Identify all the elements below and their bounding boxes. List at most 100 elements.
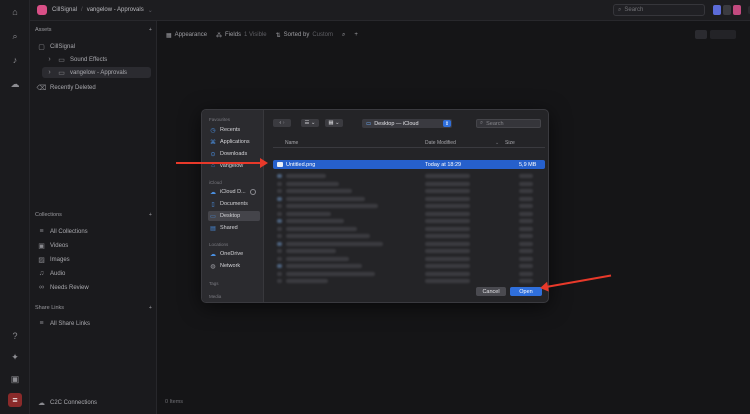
dialog-item-network[interactable]: ◍ Network xyxy=(208,261,260,271)
bell-icon[interactable]: ♪ xyxy=(9,54,21,66)
dialog-item-documents[interactable]: ▯ Documents xyxy=(208,199,260,209)
add-icon[interactable]: + xyxy=(149,27,152,33)
app-logo[interactable] xyxy=(37,5,47,15)
share-button[interactable] xyxy=(710,30,736,39)
sort-label: Sorted by xyxy=(283,32,310,38)
sidebar-item-videos[interactable]: ▣ Videos xyxy=(38,240,68,251)
shared-folder-icon: ▤ xyxy=(210,225,216,232)
dialog-item-label: Downloads xyxy=(220,151,248,157)
obscured-text xyxy=(277,264,282,268)
obscured-text xyxy=(519,219,533,223)
file-row-selected[interactable]: Untitled.png Today at 18:29 5,9 MB xyxy=(273,160,545,169)
obscured-text xyxy=(519,226,533,231)
grid-icon: ▦ xyxy=(166,32,172,39)
dialog-search-placeholder: Search xyxy=(486,120,504,127)
search-icon[interactable]: ⌕ xyxy=(9,30,21,42)
sort-button[interactable]: ⇅ Sorted by Custom xyxy=(276,32,333,39)
lightbulb-icon[interactable]: ✦ xyxy=(9,351,21,363)
search-icon[interactable]: ⌕ xyxy=(342,32,345,39)
tags-header: Tags xyxy=(209,281,219,286)
breadcrumb-workspace[interactable]: CillSignal xyxy=(52,7,77,13)
dialog-item-applications[interactable]: ⌘ Applications xyxy=(208,137,260,147)
breadcrumb-board[interactable]: vangelow - Approvals xyxy=(87,7,144,13)
notification-icon[interactable] xyxy=(733,5,741,15)
add-icon[interactable]: + xyxy=(354,32,358,38)
obscured-text xyxy=(519,181,533,186)
dialog-item-recents[interactable]: ◷ Recents xyxy=(208,125,260,135)
sidebar-item-approvals[interactable]: › ▭ vangelow - Approvals xyxy=(42,67,151,78)
people-icon[interactable] xyxy=(695,30,707,39)
appearance-button[interactable]: ▦ Appearance xyxy=(166,32,207,39)
layout-icon[interactable] xyxy=(713,5,721,15)
sidebar-item-needs-review[interactable]: ∞ Needs Review xyxy=(38,282,89,293)
cloud-icon[interactable]: ☁ xyxy=(9,78,21,90)
sidebar-item-images[interactable]: ▨ Images xyxy=(38,254,70,265)
sidebar-item-connections[interactable]: ☁ C2C Connections xyxy=(38,397,97,408)
sidebar-item-recently-deleted[interactable]: ⌫ Recently Deleted xyxy=(37,82,96,93)
top-icons xyxy=(713,5,741,15)
obscured-text xyxy=(277,226,282,231)
share-links-header: Share Links + xyxy=(35,305,152,311)
dialog-item-desktop[interactable]: ▭ Desktop xyxy=(208,211,260,221)
list-view-button[interactable]: ☰ ⌄ xyxy=(301,119,319,127)
obscured-text xyxy=(286,211,331,216)
add-icon[interactable]: + xyxy=(149,305,152,311)
add-icon[interactable]: + xyxy=(149,212,152,218)
file-name: Untitled.png xyxy=(286,161,316,168)
sidebar-item-label: vangelow - Approvals xyxy=(70,69,128,76)
dialog-item-icloud-drive[interactable]: ☁ iCloud D... xyxy=(208,187,260,197)
location-popup[interactable]: ▭ Desktop — iCloud ⇕ xyxy=(362,119,452,128)
search-input[interactable]: ⌕ Search xyxy=(613,4,705,16)
annotation-arrow-open xyxy=(545,274,612,288)
list-icon: ≡ xyxy=(39,320,44,327)
sidebar-item-all-collections[interactable]: ≡ All Collections xyxy=(38,226,87,237)
back-forward-buttons[interactable]: ‹ › xyxy=(273,119,291,127)
obscured-text xyxy=(286,264,362,268)
breadcrumb: CillSignal / vangelow - Approvals ⌄ xyxy=(52,7,153,14)
account-icon[interactable]: ≡ xyxy=(8,393,22,407)
gift-icon[interactable]: ▣ xyxy=(9,373,21,385)
open-button[interactable]: Open xyxy=(510,287,542,296)
column-name[interactable]: Name xyxy=(285,140,298,146)
obscured-text xyxy=(425,264,470,268)
column-size[interactable]: Size xyxy=(505,140,515,146)
grid-view-button[interactable]: ▦ ⌄ xyxy=(325,119,343,127)
dialog-item-label: iCloud D... xyxy=(220,189,246,195)
fields-button[interactable]: ⁂ Fields 1 Visible xyxy=(216,32,267,39)
dialog-search-input[interactable]: ⌕ Search xyxy=(476,119,541,128)
dialog-item-downloads[interactable]: ⊙ Downloads xyxy=(208,149,260,159)
obscured-text xyxy=(286,196,365,201)
obscured-text xyxy=(277,211,282,216)
sort-chevron-icon: ⌄ xyxy=(495,140,500,146)
obscured-text xyxy=(425,249,470,253)
obscured-text xyxy=(277,204,282,208)
chevron-right-icon[interactable]: › xyxy=(283,120,285,126)
chevron-down-icon[interactable]: ⌄ xyxy=(148,7,153,14)
folder-icon: ▭ xyxy=(366,120,372,127)
cancel-button[interactable]: Cancel xyxy=(476,287,506,296)
obscured-text xyxy=(277,196,282,201)
sidebar-item-audio[interactable]: ♫ Audio xyxy=(38,268,65,279)
chevron-left-icon[interactable]: ‹ xyxy=(279,120,281,126)
obscured-text xyxy=(277,249,282,253)
icon-rail: ⌂ ⌕ ♪ ☁ ? ✦ ▣ ≡ xyxy=(0,0,30,414)
panel-icon[interactable] xyxy=(723,5,731,15)
dialog-item-label: Documents xyxy=(220,201,248,207)
share-links-header-label: Share Links xyxy=(35,305,65,311)
sidebar-item-project[interactable]: ▢ CillSignal xyxy=(38,41,75,52)
obscured-text xyxy=(519,264,533,268)
sidebar-item-sound-effects[interactable]: › ▭ Sound Effects xyxy=(46,54,107,65)
home-icon[interactable]: ⌂ xyxy=(9,6,21,18)
dialog-item-onedrive[interactable]: ☁ OneDrive xyxy=(208,249,260,259)
breadcrumb-separator: / xyxy=(81,7,83,13)
sidebar-item-all-share-links[interactable]: ≡ All Share Links xyxy=(38,318,90,329)
help-icon[interactable]: ? xyxy=(9,330,21,342)
column-date[interactable]: Date Modified xyxy=(425,140,456,146)
obscured-text xyxy=(519,234,533,238)
cloud-icon: ☁ xyxy=(210,251,216,258)
file-row-obscured[interactable] xyxy=(273,277,545,285)
obscured-text xyxy=(425,241,470,246)
dialog-item-shared[interactable]: ▤ Shared xyxy=(208,223,260,233)
folder-icon: ▭ xyxy=(58,56,65,64)
list-icon: ≡ xyxy=(39,228,44,235)
